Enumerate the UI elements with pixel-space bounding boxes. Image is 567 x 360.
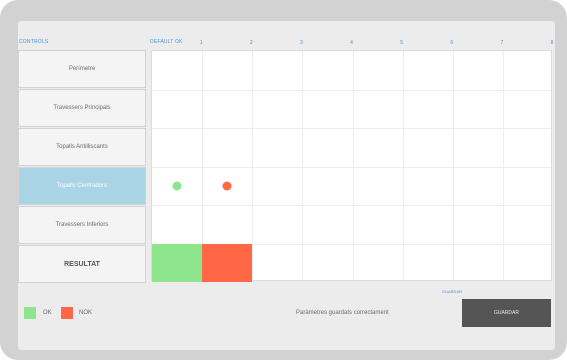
status-message: Paràmetres guardats correctament	[296, 309, 389, 316]
grid-column-line	[452, 51, 454, 280]
grid-column-line	[502, 51, 504, 280]
legend-nok-label: NOK	[79, 310, 93, 316]
sidebar-item-perimetre[interactable]: Perímetre	[18, 50, 146, 88]
sidebar-item-resultat: RESULTAT	[18, 245, 146, 283]
column-number: 2	[249, 40, 253, 46]
default-ok-header: DEFAULT OK	[150, 39, 183, 45]
controls-header: CONTROLS	[19, 39, 49, 45]
grid-row-line	[152, 205, 551, 206]
status-dot-ok	[172, 181, 182, 191]
grid-row-line	[152, 89, 551, 91]
sidebar: Perímetre Travessers Principals Topalls …	[18, 50, 146, 283]
result-label: RESULTAT	[64, 260, 100, 268]
column-number: 6	[450, 40, 454, 46]
column-number: 7	[500, 40, 504, 46]
result-cell-ok	[152, 243, 203, 282]
grid-column-line	[402, 51, 404, 280]
legend-ok-swatch	[24, 307, 36, 319]
save-hint: GUARDAR	[442, 289, 463, 294]
save-button[interactable]: GUARDAR	[462, 299, 551, 327]
grid-row-line	[152, 128, 551, 129]
sidebar-item-label: Travessers Principals	[53, 105, 111, 111]
legend-ok-label: OK	[43, 310, 52, 316]
column-number: 1	[199, 40, 203, 46]
sidebar-item-travessers-inferiors[interactable]: Travessers Inferiors	[18, 206, 146, 244]
device-frame: CONTROLS DEFAULT OK 1 2 3 4 5 6 7 8 Perímetre T…	[0, 0, 567, 360]
column-number: 4	[350, 40, 353, 46]
legend-nok-swatch	[61, 307, 73, 319]
sidebar-item-travessers-principals[interactable]: Travessers Principals	[18, 89, 146, 127]
sidebar-item-topalls-centradors[interactable]: Topalls Centradors	[18, 167, 146, 205]
grid-column-line	[352, 51, 354, 280]
column-number: 5	[400, 40, 404, 46]
column-number: 8	[550, 40, 554, 46]
result-cell-nok	[202, 243, 253, 282]
sidebar-item-label: Topalls Antilliscants	[56, 144, 108, 150]
sidebar-item-label: Travessers Inferiors	[55, 222, 109, 228]
grid-column-line	[302, 51, 304, 280]
results-grid	[151, 50, 552, 282]
sidebar-item-label: Topalls Centradors	[56, 183, 108, 189]
status-dot-nok	[222, 181, 232, 191]
column-number: 3	[299, 40, 303, 46]
sidebar-item-topalls-antilliscants[interactable]: Topalls Antilliscants	[18, 128, 146, 166]
app-screen: CONTROLS DEFAULT OK 1 2 3 4 5 6 7 8 Perímetre T…	[18, 21, 555, 350]
sidebar-item-label: Perímetre	[68, 66, 96, 72]
grid-row-line	[152, 166, 551, 168]
grid-column-line	[252, 51, 254, 280]
